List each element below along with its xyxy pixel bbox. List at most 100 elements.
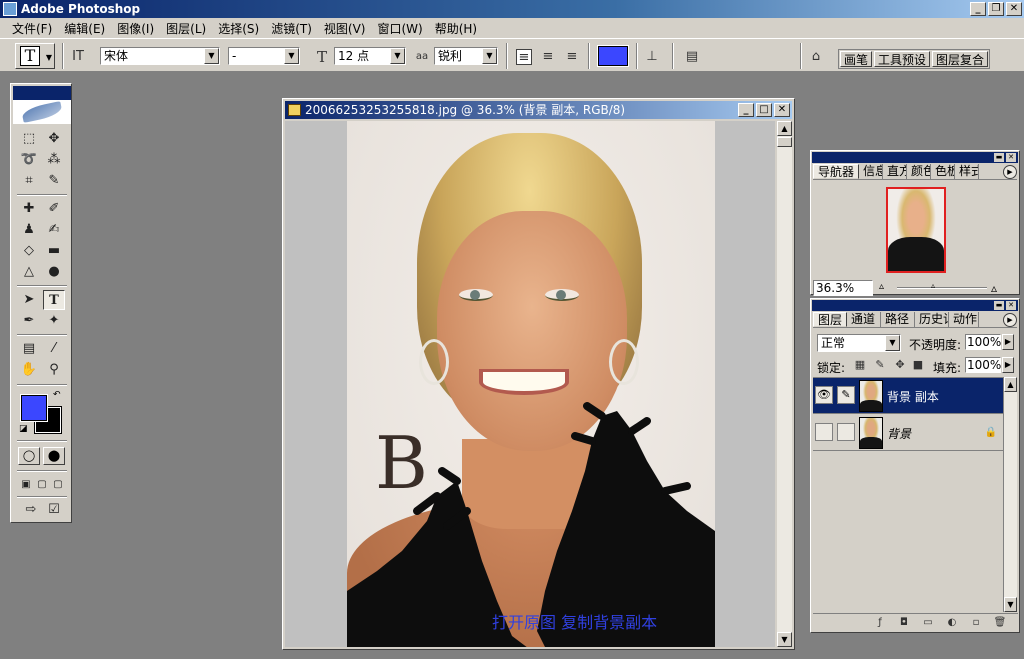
zoom-out-icon[interactable]: ▵ [879, 281, 884, 292]
tab-info[interactable]: 信息 [859, 164, 884, 179]
marquee-tool-icon[interactable]: ⬚ [18, 129, 40, 149]
type-tool-icon[interactable]: T [43, 290, 65, 310]
hand-tool-icon[interactable]: ✋ [18, 360, 40, 380]
link-toggle[interactable] [837, 423, 855, 441]
zoom-tool-icon[interactable]: ⚲ [43, 360, 65, 380]
scroll-up-button[interactable]: ▲ [1004, 377, 1017, 392]
visibility-toggle[interactable] [815, 423, 833, 441]
menu-window[interactable]: 窗口(W) [371, 20, 428, 37]
tab-color[interactable]: 颜色 [907, 164, 932, 179]
palette-close-button[interactable]: ✕ [1006, 301, 1016, 310]
palette-well-tab-layer-comps[interactable]: 图层复合 [932, 51, 989, 67]
palette-menu-button[interactable]: ▶ [1003, 165, 1017, 179]
opacity-arrow-button[interactable]: ▶ [1002, 334, 1014, 350]
close-button[interactable]: ✕ [1006, 2, 1022, 16]
palette-titlebar[interactable]: ▬ ✕ [812, 152, 1018, 163]
palette-minimize-button[interactable]: ▬ [994, 301, 1004, 310]
doc-minimize-button[interactable]: _ [738, 103, 754, 117]
tab-layers[interactable]: 图层 [813, 312, 848, 327]
fill-field[interactable]: 100% [965, 357, 1001, 373]
palette-well-tab-tool-presets[interactable]: 工具预设 [874, 51, 931, 67]
tab-styles[interactable]: 样式 [955, 164, 980, 179]
tab-history[interactable]: 历史记录 [915, 312, 950, 327]
jump-to-imageready-icon[interactable]: ⇨ [20, 500, 42, 520]
magic-wand-icon[interactable]: ⁂ [43, 150, 65, 170]
lock-transparency-icon[interactable]: ▦ [853, 358, 867, 372]
blend-mode-select[interactable]: 正常 ▼ [817, 334, 901, 352]
pen-tool-icon[interactable]: ✒ [18, 311, 40, 331]
lock-image-icon[interactable]: ✎ [873, 358, 887, 372]
tab-actions[interactable]: 动作 [949, 312, 980, 327]
clone-stamp-icon[interactable]: ♟ [18, 220, 40, 240]
font-family-select[interactable]: 宋体 ▼ [100, 47, 220, 65]
custom-shape-icon[interactable]: ✦ [43, 311, 65, 331]
default-colors-icon[interactable]: ◪ [19, 424, 28, 434]
brush-tool-icon[interactable]: ✐ [43, 199, 65, 219]
dodge-tool-icon[interactable]: ● [43, 262, 65, 282]
path-selection-icon[interactable]: ➤ [18, 290, 40, 310]
lock-all-icon[interactable]: ■ [911, 358, 925, 372]
layer-style-icon[interactable]: ƒ [872, 616, 888, 630]
document-titlebar[interactable]: 20066253253255818.jpg @ 36.3% (背景 副本, RG… [285, 101, 792, 119]
standard-mode-button[interactable]: ◯ [18, 447, 40, 465]
font-style-select[interactable]: - ▼ [228, 47, 300, 65]
palette-well-tab-brushes[interactable]: 画笔 [840, 51, 873, 67]
tab-channels[interactable]: 通道 [847, 312, 882, 327]
new-layer-icon[interactable]: ▫ [968, 616, 984, 630]
foreground-color-swatch[interactable] [20, 394, 48, 422]
restore-button[interactable]: ❐ [988, 2, 1004, 16]
crop-tool-icon[interactable]: ⌗ [18, 171, 40, 191]
palette-titlebar[interactable]: ▬ ✕ [812, 300, 1018, 311]
adjustment-layer-icon[interactable]: ◐ [944, 616, 960, 630]
swap-colors-icon[interactable]: ↶ [53, 390, 61, 400]
palettes-toggle-icon[interactable]: ▤ [684, 49, 700, 65]
tab-swatches[interactable]: 色板 [931, 164, 956, 179]
palette-menu-button[interactable]: ▶ [1003, 313, 1017, 327]
scroll-down-button[interactable]: ▼ [777, 632, 792, 647]
layers-scrollbar[interactable]: ▲ ▼ [1003, 377, 1017, 612]
navigator-thumbnail[interactable] [886, 187, 946, 273]
screen-mode-full-icon[interactable]: ▢ [47, 475, 69, 495]
history-brush-icon[interactable]: ✍ [43, 220, 65, 240]
minimize-button[interactable]: _ [970, 2, 986, 16]
menu-view[interactable]: 视图(V) [318, 20, 372, 37]
menu-help[interactable]: 帮助(H) [429, 20, 483, 37]
quick-mask-button[interactable]: ⬤ [43, 447, 65, 465]
tab-paths[interactable]: 路径 [881, 312, 916, 327]
healing-brush-icon[interactable]: ✚ [18, 199, 40, 219]
move-tool-icon[interactable]: ✥ [43, 129, 65, 149]
fill-arrow-button[interactable]: ▶ [1002, 357, 1014, 373]
scroll-up-button[interactable]: ▲ [777, 121, 792, 136]
menu-file[interactable]: 文件(F) [6, 20, 58, 37]
lock-position-icon[interactable]: ✥ [893, 358, 907, 372]
doc-maximize-button[interactable]: □ [756, 103, 772, 117]
eyedropper-icon[interactable]: ⁄ [43, 339, 65, 359]
palette-minimize-button[interactable]: ▬ [994, 153, 1004, 162]
tab-histogram[interactable]: 直方图 [883, 164, 908, 179]
layer-row[interactable]: 👁 ✎ 背景 副本 [813, 378, 1003, 414]
align-right-icon[interactable]: ≡ [564, 49, 580, 65]
layer-row[interactable]: 背景 🔒 [813, 415, 1003, 451]
zoom-in-icon[interactable]: ▵ [991, 281, 997, 295]
doc-close-button[interactable]: ✕ [774, 103, 790, 117]
text-color-swatch[interactable] [597, 45, 629, 67]
canvas[interactable]: B 打开原图 复制背景副本 [285, 121, 775, 647]
tab-navigator[interactable]: 导航器 [813, 164, 860, 179]
zoom-slider-handle[interactable]: ▵ [929, 281, 937, 291]
trash-icon[interactable]: 🗑 [992, 616, 1008, 630]
slice-tool-icon[interactable]: ✎ [43, 171, 65, 191]
lasso-tool-icon[interactable]: ➰ [18, 150, 40, 170]
file-browser-icon[interactable]: ⌂ [808, 49, 824, 65]
toolbox-titlebar[interactable] [13, 86, 71, 100]
align-left-icon[interactable]: ≡ [516, 49, 532, 65]
edit-in-imageready-icon[interactable]: ☑ [43, 500, 65, 520]
menu-layer[interactable]: 图层(L) [160, 20, 212, 37]
palette-close-button[interactable]: ✕ [1006, 153, 1016, 162]
eraser-tool-icon[interactable]: ◇ [18, 241, 40, 261]
menu-filter[interactable]: 滤镜(T) [265, 20, 318, 37]
warp-text-icon[interactable]: ⊥ [644, 49, 660, 65]
menu-edit[interactable]: 编辑(E) [58, 20, 111, 37]
text-orientation-icon[interactable]: ⅠT [70, 49, 86, 65]
gradient-tool-icon[interactable]: ▬ [43, 241, 65, 261]
scroll-down-button[interactable]: ▼ [1004, 597, 1017, 612]
